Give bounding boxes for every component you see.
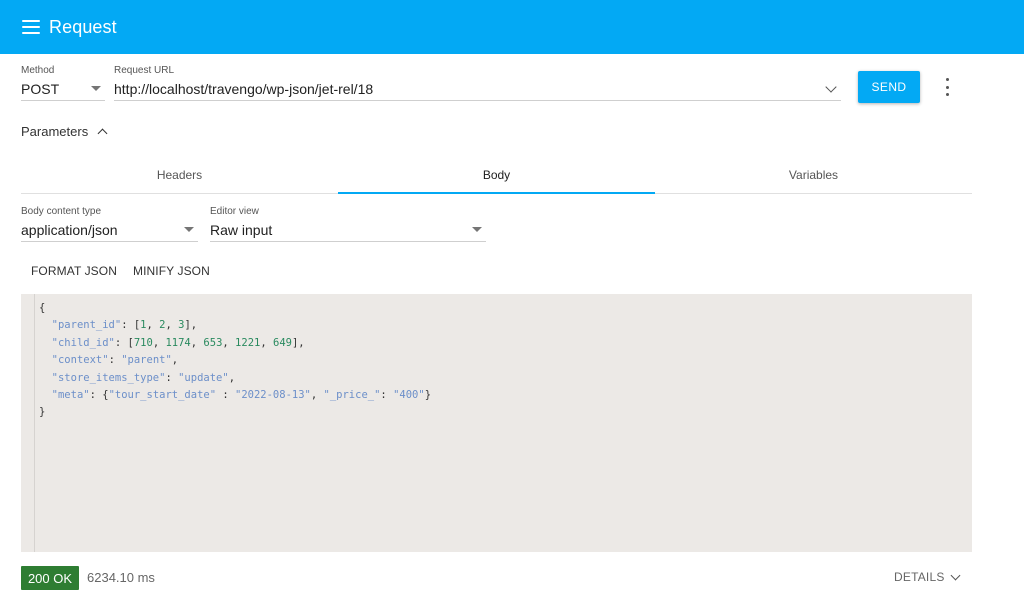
code-token: } xyxy=(39,406,46,419)
code-token: 710 xyxy=(133,336,153,349)
tab-variables[interactable]: Variables xyxy=(655,156,972,193)
code-token: 1174 xyxy=(165,336,191,349)
code-token: , xyxy=(171,354,179,367)
code-token: : [ xyxy=(114,336,134,349)
code-token: , xyxy=(260,336,273,349)
page-title: Request xyxy=(49,16,117,37)
method-select[interactable]: POST xyxy=(21,77,105,101)
code-token: , xyxy=(190,336,204,349)
code-line: "context": "parent", xyxy=(39,352,431,369)
app-bar: Request xyxy=(0,0,1024,54)
code-token: "meta" xyxy=(51,389,90,402)
code-token: , xyxy=(165,319,179,332)
code-token: , xyxy=(152,336,166,349)
body-editor[interactable]: { "parent_id": [1, 2, 3], "child_id": [7… xyxy=(21,294,972,552)
code-token: , xyxy=(146,319,160,332)
code-token: : xyxy=(380,389,394,402)
code-token: ], xyxy=(184,319,198,332)
hamburger-menu-icon[interactable] xyxy=(22,20,40,34)
code-token: "tour_start_date" xyxy=(108,389,217,402)
code-line: { xyxy=(39,300,431,317)
url-input[interactable]: http://localhost/travengo/wp-json/jet-re… xyxy=(114,77,841,101)
chevron-up-icon xyxy=(97,128,108,139)
editor-view-select[interactable]: Raw input xyxy=(210,218,486,242)
code-token: : xyxy=(216,389,235,402)
editor-code[interactable]: { "parent_id": [1, 2, 3], "child_id": [7… xyxy=(39,300,431,422)
editor-view-value: Raw input xyxy=(210,221,273,238)
code-token: "2022-08-13" xyxy=(235,389,311,402)
code-line: "store_items_type": "update", xyxy=(39,370,431,387)
code-token: ], xyxy=(291,336,305,349)
url-label: Request URL xyxy=(114,65,175,76)
minify-json-button[interactable]: MINIFY JSON xyxy=(133,264,210,278)
tab-headers[interactable]: Headers xyxy=(21,156,338,193)
method-value: POST xyxy=(21,80,60,97)
code-token: "parent" xyxy=(121,354,172,367)
chevron-down-icon xyxy=(950,570,960,580)
dropdown-arrow-icon xyxy=(91,86,101,91)
editor-view-label: Editor view xyxy=(210,206,259,217)
dropdown-arrow-icon xyxy=(184,227,194,232)
method-label: Method xyxy=(21,65,55,76)
code-token: , xyxy=(222,336,236,349)
status-badge: 200 OK xyxy=(21,566,79,590)
format-json-button[interactable]: FORMAT JSON xyxy=(31,264,117,278)
details-label: DETAILS xyxy=(894,570,945,584)
code-line: } xyxy=(39,404,431,421)
content-type-select[interactable]: application/json xyxy=(21,218,198,242)
content-type-value: application/json xyxy=(21,221,118,238)
code-token: "400" xyxy=(393,389,425,402)
code-token: 653 xyxy=(203,336,223,349)
code-token: "context" xyxy=(51,354,109,367)
code-token: : [ xyxy=(121,319,141,332)
dropdown-arrow-icon xyxy=(472,227,482,232)
code-token: : xyxy=(108,354,122,367)
code-token: 1221 xyxy=(235,336,261,349)
editor-gutter xyxy=(21,294,35,552)
send-button[interactable]: SEND xyxy=(858,71,920,103)
code-token: "child_id" xyxy=(51,336,115,349)
code-line: "child_id": [710, 1174, 653, 1221, 649], xyxy=(39,335,431,352)
tab-body[interactable]: Body xyxy=(338,156,655,194)
url-value: http://localhost/travengo/wp-json/jet-re… xyxy=(114,80,374,97)
code-token: , xyxy=(310,389,324,402)
more-vert-icon[interactable] xyxy=(941,78,953,96)
code-token: 649 xyxy=(273,336,292,349)
code-token: , xyxy=(228,371,236,384)
code-token: { xyxy=(39,302,46,314)
code-token: } xyxy=(424,389,432,402)
details-button[interactable]: DETAILS xyxy=(894,570,960,584)
code-token: "_price_" xyxy=(323,389,381,402)
code-token: "store_items_type" xyxy=(51,371,166,384)
parameters-toggle[interactable]: Parameters xyxy=(21,124,108,139)
parameters-label: Parameters xyxy=(21,124,89,139)
chevron-down-icon[interactable] xyxy=(825,80,837,93)
code-token: "parent_id" xyxy=(51,319,122,332)
code-token: : { xyxy=(89,389,109,402)
code-line: "meta": {"tour_start_date" : "2022-08-13… xyxy=(39,387,431,404)
code-line: "parent_id": [1, 2, 3], xyxy=(39,317,431,334)
response-timing: 6234.10 ms xyxy=(87,570,155,585)
code-token: : xyxy=(165,371,179,384)
content-type-label: Body content type xyxy=(21,206,102,217)
code-token: "update" xyxy=(178,371,229,384)
tab-bar: Headers Body Variables xyxy=(21,156,972,194)
